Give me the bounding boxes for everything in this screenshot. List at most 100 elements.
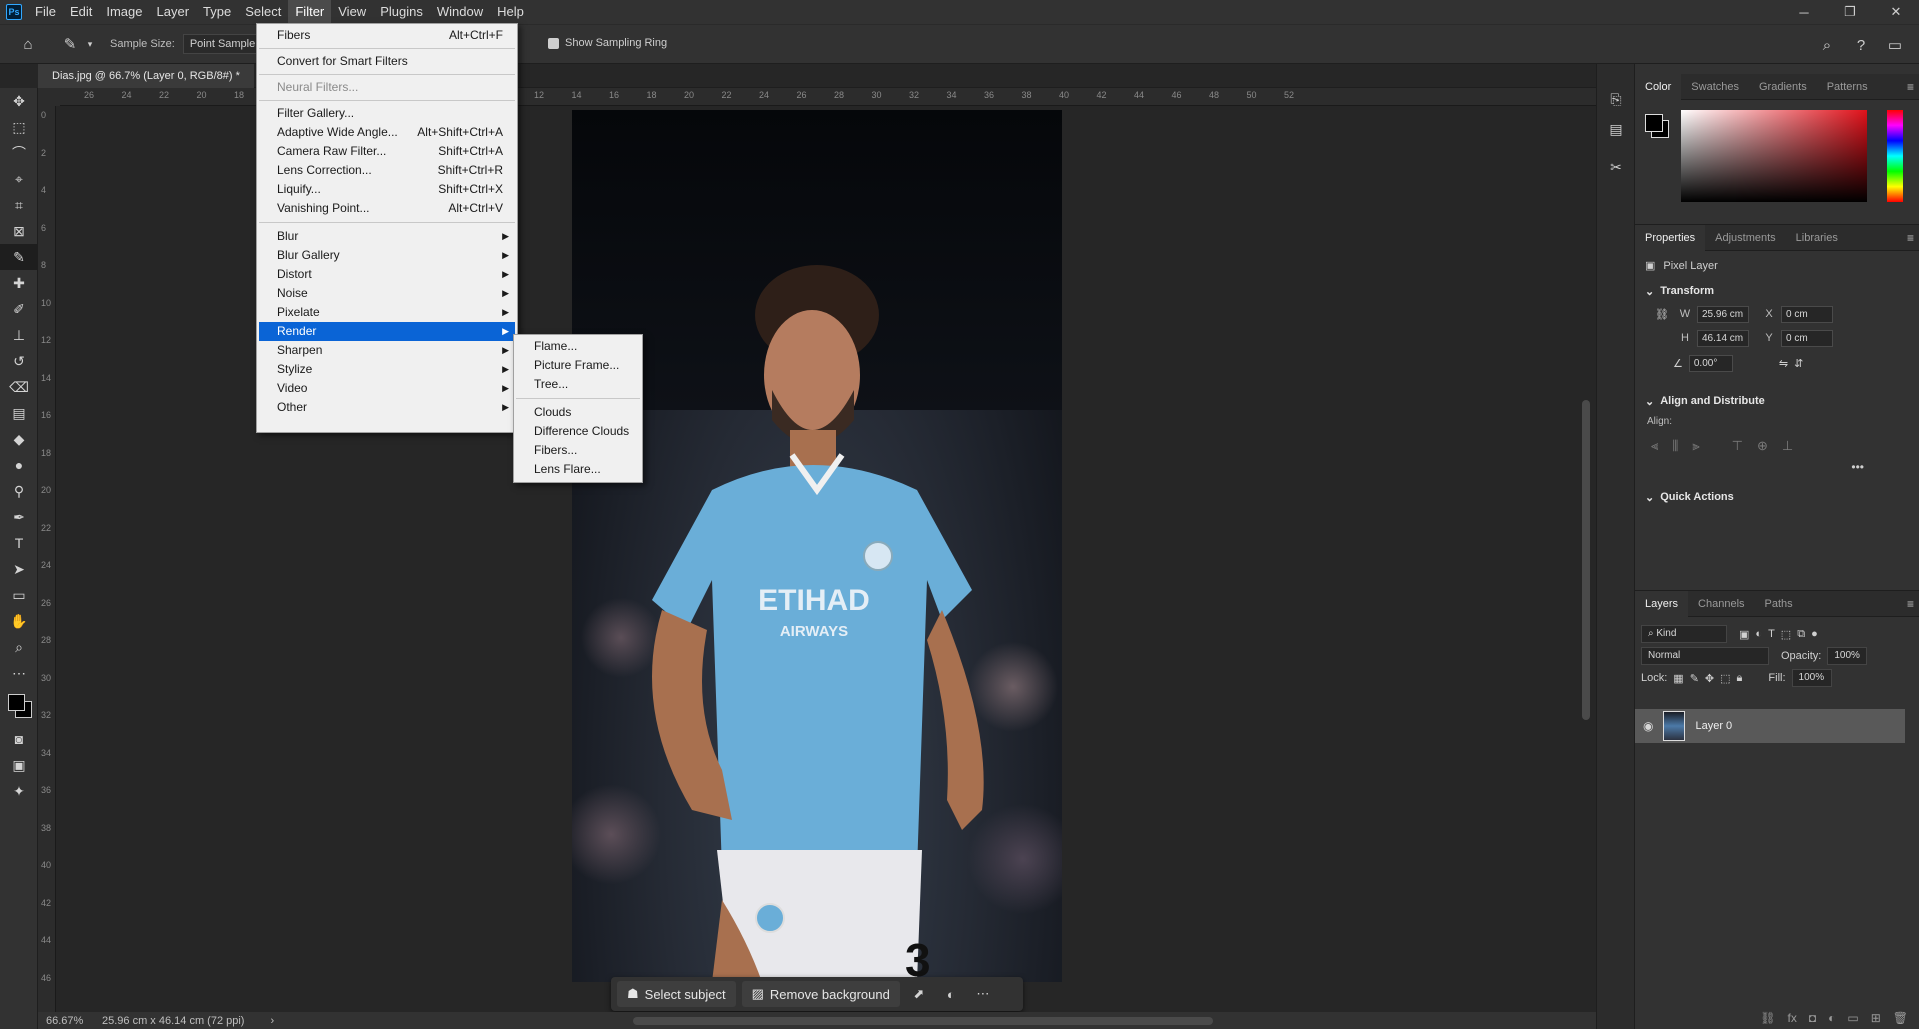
menu-item-camera-raw-filter[interactable]: Camera Raw Filter... Shift+Ctrl+A bbox=[259, 142, 515, 161]
eraser-tool-icon[interactable]: ⌫ bbox=[0, 374, 38, 400]
tab-libraries[interactable]: Libraries bbox=[1786, 225, 1848, 251]
crop-tool-icon[interactable]: ⌗ bbox=[0, 192, 38, 218]
transform-section-header[interactable]: ⌄ Transform bbox=[1635, 280, 1919, 302]
new-group-icon[interactable]: ▭ bbox=[1847, 1011, 1858, 1025]
menu-item-video[interactable]: Video ▶ bbox=[259, 379, 515, 398]
horizontal-scrollbar-thumb[interactable] bbox=[633, 1017, 1213, 1025]
menu-item-lens-correction[interactable]: Lens Correction... Shift+Ctrl+R bbox=[259, 161, 515, 180]
menu-plugins[interactable]: Plugins bbox=[373, 0, 430, 24]
history-panel-icon[interactable]: ⎘ bbox=[1597, 84, 1635, 114]
remove-background-button[interactable]: ▨ Remove background bbox=[741, 981, 900, 1007]
dodge-tool-icon[interactable]: ● bbox=[0, 452, 38, 478]
align-center-h-icon[interactable]: ⫼ bbox=[1672, 438, 1678, 454]
align-top-icon[interactable]: ⊤ bbox=[1732, 438, 1743, 454]
panel-menu-icon[interactable]: ≡ bbox=[1907, 231, 1914, 245]
lock-position-icon[interactable]: ✥ bbox=[1705, 672, 1714, 685]
link-dimensions-icon[interactable]: ⛓ bbox=[1655, 308, 1673, 321]
submenu-item-difference-clouds[interactable]: Difference Clouds bbox=[516, 422, 640, 441]
history-brush-tool-icon[interactable]: ↺ bbox=[0, 348, 38, 374]
type-filter-icon[interactable]: T bbox=[1768, 628, 1775, 640]
menu-item-vanishing-point[interactable]: Vanishing Point... Alt+Ctrl+V bbox=[259, 199, 515, 218]
close-button[interactable]: ✕ bbox=[1873, 0, 1919, 24]
menu-item-convert-smart-filters[interactable]: Convert for Smart Filters bbox=[259, 52, 515, 71]
tab-channels[interactable]: Channels bbox=[1688, 591, 1754, 617]
menu-item-adaptive-wide-angle[interactable]: Adaptive Wide Angle... Alt+Shift+Ctrl+A bbox=[259, 123, 515, 142]
menu-item-other[interactable]: Other ▶ bbox=[259, 398, 515, 417]
screen-mode-icon[interactable]: ▣ bbox=[0, 752, 38, 778]
lock-transparent-icon[interactable]: ▦ bbox=[1673, 672, 1683, 685]
align-left-icon[interactable]: ⫷ bbox=[1651, 438, 1658, 454]
home-icon[interactable]: ⌂ bbox=[14, 30, 42, 58]
align-section-header[interactable]: ⌄ Align and Distribute bbox=[1635, 390, 1919, 412]
fill-field[interactable]: 100% bbox=[1791, 669, 1832, 687]
menu-help[interactable]: Help bbox=[490, 0, 531, 24]
visibility-eye-icon[interactable]: ◉ bbox=[1643, 719, 1653, 733]
menu-layer[interactable]: Layer bbox=[150, 0, 197, 24]
document-image[interactable]: ETIHAD AIRWAYS 3 bbox=[572, 110, 1062, 982]
menu-select[interactable]: Select bbox=[238, 0, 288, 24]
layer-name[interactable]: Layer 0 bbox=[1695, 720, 1732, 732]
restore-button[interactable]: ❐ bbox=[1827, 0, 1873, 24]
generative-icon[interactable]: ✦ bbox=[0, 778, 38, 804]
help-icon[interactable]: ? bbox=[1847, 31, 1875, 59]
pixel-filter-icon[interactable]: ▣ bbox=[1739, 628, 1749, 641]
menu-item-render[interactable]: Render ▶ bbox=[259, 322, 515, 341]
kind-filter-select[interactable]: ⌕ Kind bbox=[1641, 625, 1727, 643]
menu-image[interactable]: Image bbox=[99, 0, 149, 24]
menu-item-pixelate[interactable]: Pixelate ▶ bbox=[259, 303, 515, 322]
select-subject-button[interactable]: ☗ Select subject bbox=[617, 981, 736, 1007]
tools-panel-icon[interactable]: ✂ bbox=[1597, 152, 1635, 182]
menu-type[interactable]: Type bbox=[196, 0, 238, 24]
tab-paths[interactable]: Paths bbox=[1755, 591, 1803, 617]
tab-adjustments[interactable]: Adjustments bbox=[1705, 225, 1786, 251]
object-selection-tool-icon[interactable]: ⌖ bbox=[0, 166, 38, 192]
menu-item-blur-gallery[interactable]: Blur Gallery ▶ bbox=[259, 246, 515, 265]
lock-all-icon[interactable]: 🔒︎ bbox=[1737, 672, 1743, 685]
rectangle-tool-icon[interactable]: ▭ bbox=[0, 582, 38, 608]
menu-item-stylize[interactable]: Stylize ▶ bbox=[259, 360, 515, 379]
minimize-button[interactable]: ─ bbox=[1781, 0, 1827, 24]
color-saturation-field[interactable] bbox=[1681, 110, 1867, 202]
menu-view[interactable]: View bbox=[331, 0, 373, 24]
menu-file[interactable]: File bbox=[28, 0, 63, 24]
submenu-item-picture-frame[interactable]: Picture Frame... bbox=[516, 356, 640, 375]
smart-object-filter-icon[interactable]: ⧉ bbox=[1797, 628, 1805, 641]
comments-panel-icon[interactable]: ▤ bbox=[1597, 114, 1635, 144]
tab-patterns[interactable]: Patterns bbox=[1817, 74, 1878, 100]
more-align-options[interactable]: ••• bbox=[1635, 460, 1919, 474]
menu-edit[interactable]: Edit bbox=[63, 0, 99, 24]
tab-layers[interactable]: Layers bbox=[1635, 590, 1689, 617]
hue-slider[interactable] bbox=[1887, 110, 1903, 202]
marquee-tool-icon[interactable]: ⬚ bbox=[0, 114, 38, 140]
clone-stamp-tool-icon[interactable]: ⊥ bbox=[0, 322, 38, 348]
tab-properties[interactable]: Properties bbox=[1635, 224, 1706, 251]
x-field[interactable]: 0 cm bbox=[1781, 305, 1833, 323]
eyedropper-icon[interactable]: ✎ bbox=[56, 30, 84, 58]
blur-tool-icon[interactable]: ◆ bbox=[0, 426, 38, 452]
path-selection-tool-icon[interactable]: ➤ bbox=[0, 556, 38, 582]
status-chevron-icon[interactable]: › bbox=[270, 1015, 274, 1027]
submenu-item-tree[interactable]: Tree... bbox=[516, 375, 640, 394]
hand-tool-icon[interactable]: ✋ bbox=[0, 608, 38, 634]
quick-actions-header[interactable]: ⌄ Quick Actions bbox=[1635, 486, 1919, 508]
menu-item-liquify[interactable]: Liquify... Shift+Ctrl+X bbox=[259, 180, 515, 199]
menu-item-distort[interactable]: Distort ▶ bbox=[259, 265, 515, 284]
menu-window[interactable]: Window bbox=[430, 0, 490, 24]
show-sampling-ring-option[interactable]: Show Sampling Ring bbox=[548, 37, 667, 49]
menu-item-fibers-last[interactable]: Fibers Alt+Ctrl+F bbox=[259, 26, 515, 45]
vertical-scrollbar-thumb[interactable] bbox=[1582, 400, 1590, 720]
tab-gradients[interactable]: Gradients bbox=[1749, 74, 1817, 100]
shape-filter-icon[interactable]: ⬚ bbox=[1781, 628, 1791, 641]
new-layer-icon[interactable]: ⊞ bbox=[1871, 1011, 1881, 1025]
flip-horizontal-icon[interactable]: ⇋ bbox=[1779, 357, 1788, 370]
foreground-color-swatch[interactable] bbox=[8, 694, 25, 711]
lasso-tool-icon[interactable]: ⌒ bbox=[0, 140, 38, 166]
adjustment-filter-icon[interactable]: ◐ bbox=[1755, 628, 1762, 640]
menu-item-filter-gallery[interactable]: Filter Gallery... bbox=[259, 104, 515, 123]
layer-row[interactable]: ◉ Layer 0 bbox=[1635, 709, 1905, 743]
more-options-icon[interactable]: ⋯ bbox=[970, 981, 996, 1007]
zoom-level[interactable]: 66.67% bbox=[46, 1015, 102, 1027]
show-sampling-ring-checkbox[interactable] bbox=[548, 37, 559, 49]
zoom-tool-icon[interactable]: ⌕ bbox=[0, 634, 38, 660]
submenu-item-clouds[interactable]: Clouds bbox=[516, 403, 640, 422]
